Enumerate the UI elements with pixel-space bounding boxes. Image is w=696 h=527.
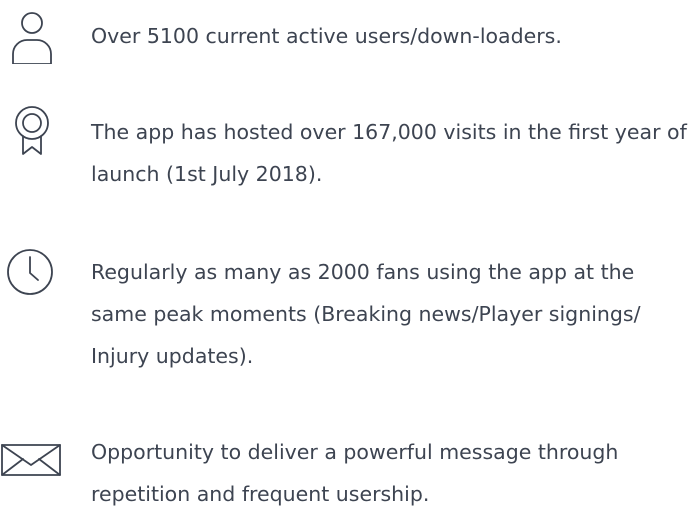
award-ribbon-icon <box>0 104 64 156</box>
feature-text: The app has hosted over 167,000 visits i… <box>91 120 687 186</box>
feature-text: Over 5100 current active users/down-load… <box>91 24 562 48</box>
feature-list: Over 5100 current active users/down-load… <box>0 0 696 527</box>
feature-text: Opportunity to deliver a powerful messag… <box>91 440 619 506</box>
user-icon <box>0 12 64 64</box>
feature-text: Regularly as many as 2000 fans using the… <box>91 260 641 368</box>
envelope-icon <box>0 443 64 495</box>
clock-icon <box>0 246 64 298</box>
